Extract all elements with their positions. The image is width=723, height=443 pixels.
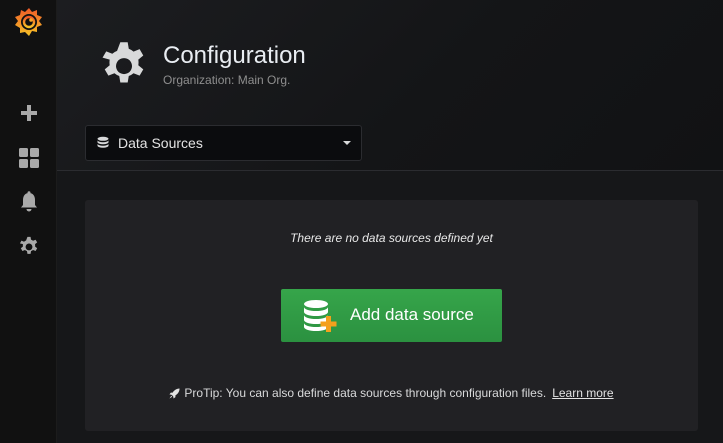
protip-text: ProTip: You can also define data sources… [184,386,547,400]
learn-more-link[interactable]: Learn more [552,386,613,400]
main-content: There are no data sources defined yet Ad… [57,172,723,443]
add-data-source-button[interactable]: Add data source [281,289,502,342]
grid-icon[interactable] [0,138,57,178]
plus-icon[interactable] [0,93,57,133]
empty-state-message: There are no data sources defined yet [290,231,493,245]
app: Configuration Organization: Main Org. Da… [0,0,723,443]
protip: ProTip: You can also define data sources… [85,386,698,400]
section-select[interactable]: Data Sources [85,125,362,161]
grafana-logo-icon[interactable] [0,2,57,42]
section-select-label: Data Sources [118,135,203,151]
page-subtitle: Organization: Main Org. [163,73,291,87]
database-plus-icon [304,300,337,332]
database-icon [97,136,109,148]
rocket-icon [169,387,180,399]
page-title: Configuration [163,42,306,69]
gear-icon[interactable] [0,226,57,266]
caret-down-icon [343,141,351,145]
empty-state-card: There are no data sources defined yet Ad… [85,200,698,431]
page-header: Configuration Organization: Main Org. Da… [57,0,723,171]
gear-icon [98,39,150,91]
sidebar [0,0,57,443]
bell-icon[interactable] [0,182,57,222]
add-data-source-label: Add data source [350,305,474,324]
